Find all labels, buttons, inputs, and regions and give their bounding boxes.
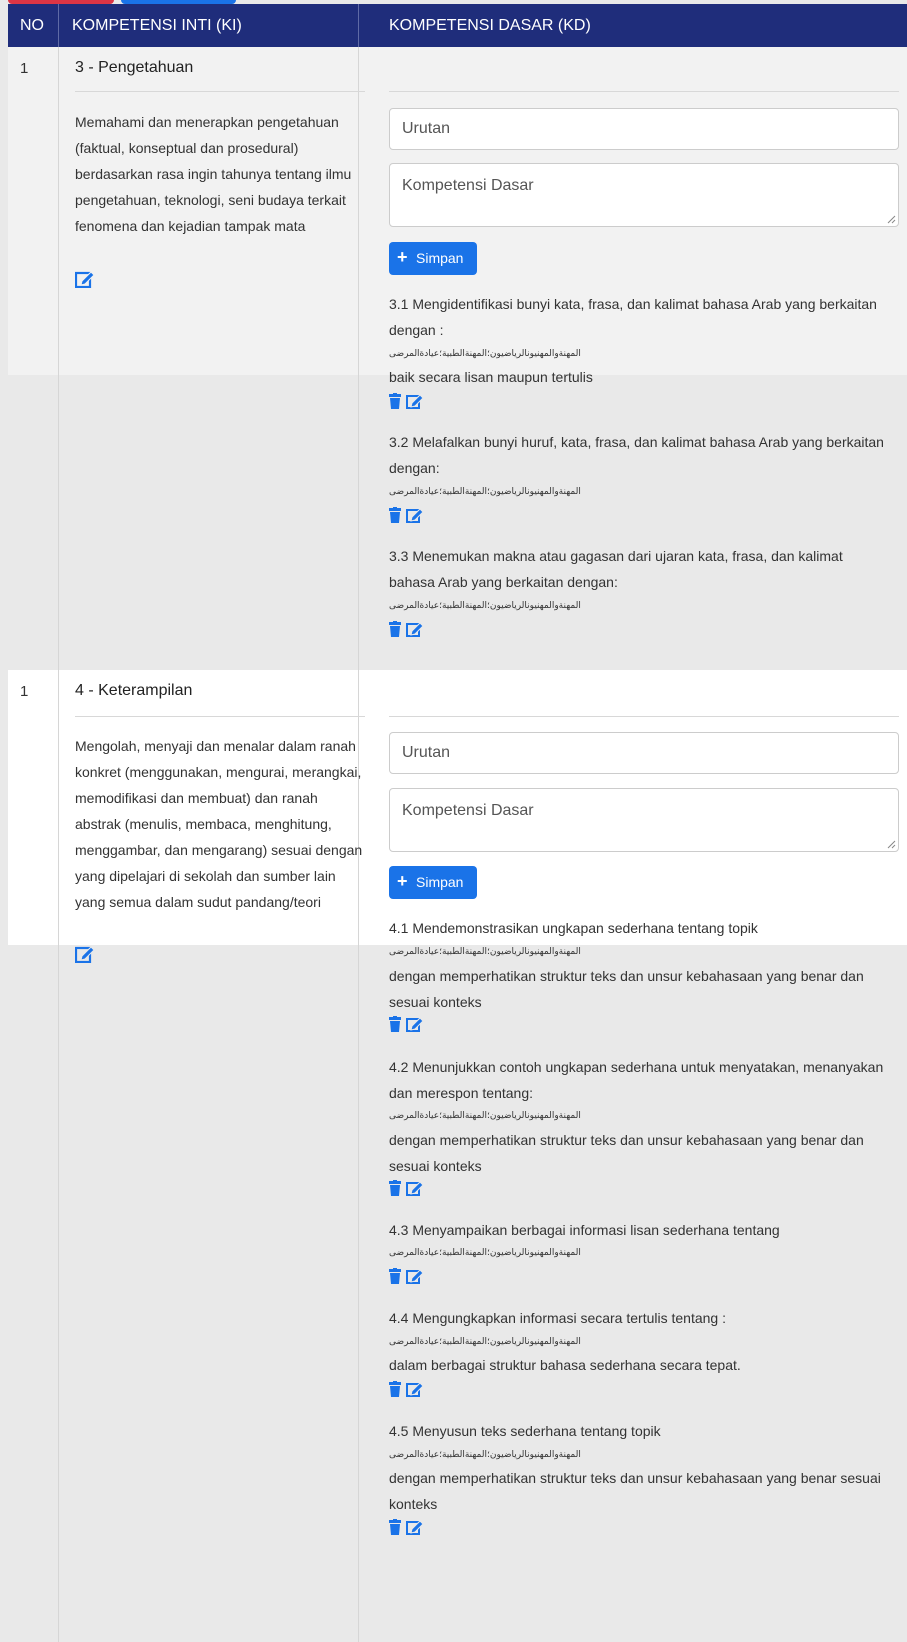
kd-text-after: dalam berbagai struktur bahasa sederhana… [389,1357,741,1373]
kd-actions [389,1180,429,1198]
edit-icon[interactable] [74,945,95,964]
ki-description: Memahami dan menerapkan pengetahuan (fak… [75,114,352,234]
kd-placeholder: Kompetensi Dasar [402,802,534,819]
resize-grip-icon[interactable] [887,840,896,849]
edit-icon[interactable] [406,507,424,523]
row-2-band-bottom [8,945,907,1642]
kd-actions [389,1381,429,1399]
urutan-placeholder: Urutan [402,744,451,761]
edit-icon[interactable] [406,393,424,409]
trash-icon[interactable] [389,393,401,409]
edit-icon[interactable] [406,1381,424,1397]
kd-text: 4.3 Menyampaikan berbagai informasi lisa… [389,1222,780,1238]
urutan-input[interactable]: Urutan [389,732,899,774]
kd-arabic: المهنةوالمهنيونالرياضيون؛المهنةالطبية؛عي… [389,486,581,496]
divider [389,91,899,92]
trash-icon[interactable] [389,1180,401,1196]
kd-actions [389,1519,429,1537]
trash-icon[interactable] [389,621,401,637]
trash-icon[interactable] [389,1519,401,1535]
urutan-placeholder: Urutan [402,120,451,137]
kd-actions [389,1016,429,1034]
kd-actions [389,621,429,639]
simpan-button[interactable]: + Simpan [389,242,477,275]
kd-text-after: dengan memperhatikan struktur teks dan u… [389,968,864,1010]
ki-title: 4 - Keterampilan [75,682,193,699]
edit-icon[interactable] [406,1519,424,1535]
kd-text-after: dengan memperhatikan struktur teks dan u… [389,1470,881,1512]
header-divider [358,4,359,47]
kd-text: 3.1 Mengidentifikasi bunyi kata, frasa, … [389,296,877,338]
kd-actions [389,1268,429,1286]
edit-icon[interactable] [74,270,95,289]
kd-arabic: المهنةوالمهنيونالرياضيون؛المهنةالطبية؛عي… [389,946,581,956]
edit-icon[interactable] [406,1016,424,1032]
table-header: NO KOMPETENSI INTI (KI) KOMPETENSI DASAR… [8,4,907,47]
divider [75,716,365,717]
edit-icon[interactable] [406,1268,424,1284]
kompetensi-dasar-textarea[interactable]: Kompetensi Dasar [389,163,899,227]
simpan-label: Simpan [416,250,464,266]
kd-text: 3.3 Menemukan makna atau gagasan dari uj… [389,548,843,590]
divider [389,716,899,717]
edit-icon[interactable] [406,621,424,637]
header-kd: KOMPETENSI DASAR (KD) [389,17,591,34]
kd-actions [389,507,429,525]
ki-description: Mengolah, menyaji dan menalar dalam rana… [75,738,363,910]
row-number: 1 [20,60,29,77]
row-1-band-bottom [8,375,907,670]
kd-placeholder: Kompetensi Dasar [402,177,534,194]
kd-arabic: المهنةوالمهنيونالرياضيون؛المهنةالطبية؛عي… [389,1247,581,1257]
simpan-button[interactable]: + Simpan [389,866,477,899]
urutan-input[interactable]: Urutan [389,108,899,150]
header-ki: KOMPETENSI INTI (KI) [72,17,242,34]
plus-icon: + [397,247,408,267]
trash-icon[interactable] [389,1268,401,1284]
kd-arabic: المهنةوالمهنيونالرياضيون؛المهنةالطبية؛عي… [389,1336,581,1346]
trash-icon[interactable] [389,1381,401,1397]
kd-arabic: المهنةوالمهنيونالرياضيون؛المهنةالطبية؛عي… [389,600,581,610]
header-no: NO [20,17,44,34]
edit-icon[interactable] [406,1180,424,1196]
simpan-label: Simpan [416,874,464,890]
trash-icon[interactable] [389,1016,401,1032]
kd-text: 3.2 Melafalkan bunyi huruf, kata, frasa,… [389,434,884,476]
resize-grip-icon[interactable] [887,215,896,224]
kd-arabic: المهنةوالمهنيونالرياضيون؛المهنةالطبية؛عي… [389,348,581,358]
kd-text: 4.1 Mendemonstrasikan ungkapan sederhana… [389,920,758,936]
header-divider [58,4,59,47]
kd-text: 4.5 Menyusun teks sederhana tentang topi… [389,1423,661,1439]
row-number: 1 [20,683,29,700]
divider [75,91,365,92]
kd-text-after: baik secara lisan maupun tertulis [389,369,593,385]
ki-title: 3 - Pengetahuan [75,59,194,76]
kompetensi-dasar-textarea[interactable]: Kompetensi Dasar [389,788,899,852]
kd-text: 4.4 Mengungkapkan informasi secara tertu… [389,1310,726,1326]
kd-text: 4.2 Menunjukkan contoh ungkapan sederhan… [389,1059,884,1101]
kd-text-after: dengan memperhatikan struktur teks dan u… [389,1132,864,1174]
kd-arabic: المهنةوالمهنيونالرياضيون؛المهنةالطبية؛عي… [389,1110,581,1120]
kd-actions [389,393,429,411]
column-divider [58,47,59,1642]
kd-arabic: المهنةوالمهنيونالرياضيون؛المهنةالطبية؛عي… [389,1449,581,1459]
trash-icon[interactable] [389,507,401,523]
plus-icon: + [397,871,408,891]
